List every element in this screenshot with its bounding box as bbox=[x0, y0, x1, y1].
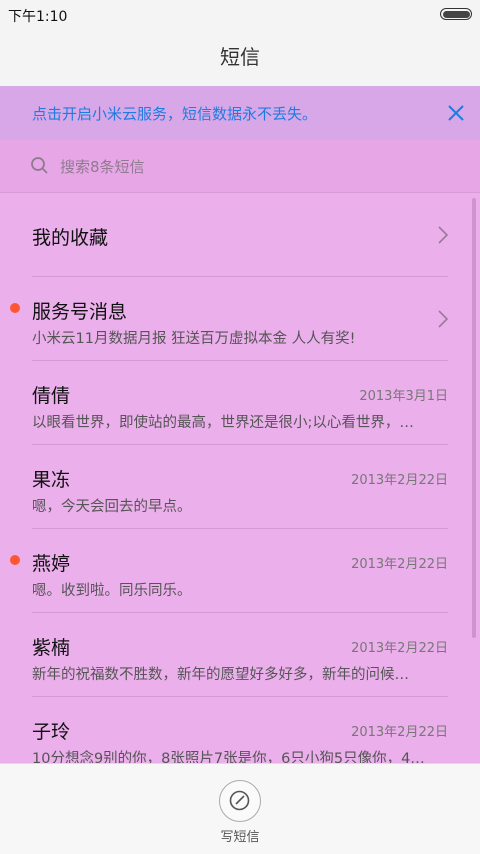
page-title: 短信 bbox=[0, 28, 480, 86]
conversation-name: 子玲 bbox=[32, 721, 71, 743]
conversation-date: 2013年2月22日 bbox=[351, 641, 448, 656]
conversation-preview: 新年的祝福数不胜数，新年的愿望好多好多，新年的问候… bbox=[32, 667, 409, 683]
status-time: 下午1:10 bbox=[8, 9, 68, 25]
conversation-name: 我的收藏 bbox=[32, 227, 109, 249]
conversation-preview: 嗯。收到啦。同乐同乐。 bbox=[32, 583, 192, 599]
conversation-preview: 小米云11月数据月报 狂送百万虚拟本金 人人有奖! bbox=[32, 331, 356, 347]
list-item-favorites[interactable]: 我的收藏 bbox=[0, 193, 480, 277]
search-bar[interactable] bbox=[0, 140, 480, 193]
unread-dot bbox=[10, 555, 20, 565]
chevron-right-icon bbox=[438, 310, 449, 328]
cloud-banner-text[interactable]: 点击开启小米云服务，短信数据永不丢失。 bbox=[32, 103, 317, 124]
conversation-preview: 嗯，今天会回去的早点。 bbox=[32, 499, 192, 515]
compose-icon bbox=[229, 790, 250, 811]
search-input[interactable] bbox=[58, 154, 442, 180]
conversation-name: 果冻 bbox=[32, 469, 71, 491]
list-item[interactable]: 果冻 2013年2月22日 嗯，今天会回去的早点。 bbox=[0, 445, 480, 529]
conversation-name: 燕婷 bbox=[32, 553, 71, 575]
conversation-name: 服务号消息 bbox=[32, 301, 128, 323]
conversation-name: 紫楠 bbox=[32, 637, 71, 659]
conversation-preview: 以眼看世界，即使站的最高，世界还是很小;以心看世界，… bbox=[32, 415, 414, 431]
unread-dot bbox=[10, 303, 20, 313]
conversation-date: 2013年2月22日 bbox=[351, 473, 448, 488]
conversation-preview: 10分想念9别的你，8张照片7张是你，6只小狗5只像你，4… bbox=[32, 751, 425, 763]
conversation-date: 2013年2月22日 bbox=[351, 725, 448, 740]
scrollbar[interactable] bbox=[472, 198, 476, 638]
list-item[interactable]: 燕婷 2013年2月22日 嗯。收到啦。同乐同乐。 bbox=[0, 529, 480, 613]
search-icon bbox=[30, 156, 50, 176]
conversation-list[interactable]: 我的收藏 服务号消息 小米云11月数据月报 狂送百万虚拟本金 人人有奖! 倩倩 … bbox=[0, 193, 480, 763]
battery-icon bbox=[440, 8, 472, 20]
close-icon[interactable] bbox=[444, 101, 468, 125]
conversation-name: 倩倩 bbox=[32, 385, 71, 407]
compose-label: 写短信 bbox=[220, 830, 260, 845]
list-item[interactable]: 子玲 2013年2月22日 10分想念9别的你，8张照片7张是你，6只小狗5只像… bbox=[0, 697, 480, 763]
list-item[interactable]: 倩倩 2013年3月1日 以眼看世界，即使站的最高，世界还是很小;以心看世界，… bbox=[0, 361, 480, 445]
cloud-service-banner[interactable]: 点击开启小米云服务，短信数据永不丢失。 bbox=[0, 86, 480, 140]
list-item[interactable]: 紫楠 2013年2月22日 新年的祝福数不胜数，新年的愿望好多好多，新年的问候… bbox=[0, 613, 480, 697]
conversation-date: 2013年2月22日 bbox=[351, 557, 448, 572]
conversation-date: 2013年3月1日 bbox=[359, 389, 448, 404]
compose-button[interactable] bbox=[219, 780, 261, 822]
bottom-bar: 写短信 bbox=[0, 763, 480, 854]
list-item[interactable]: 服务号消息 小米云11月数据月报 狂送百万虚拟本金 人人有奖! bbox=[0, 277, 480, 361]
chevron-right-icon bbox=[438, 226, 449, 244]
status-bar: 下午1:10 bbox=[0, 0, 480, 28]
